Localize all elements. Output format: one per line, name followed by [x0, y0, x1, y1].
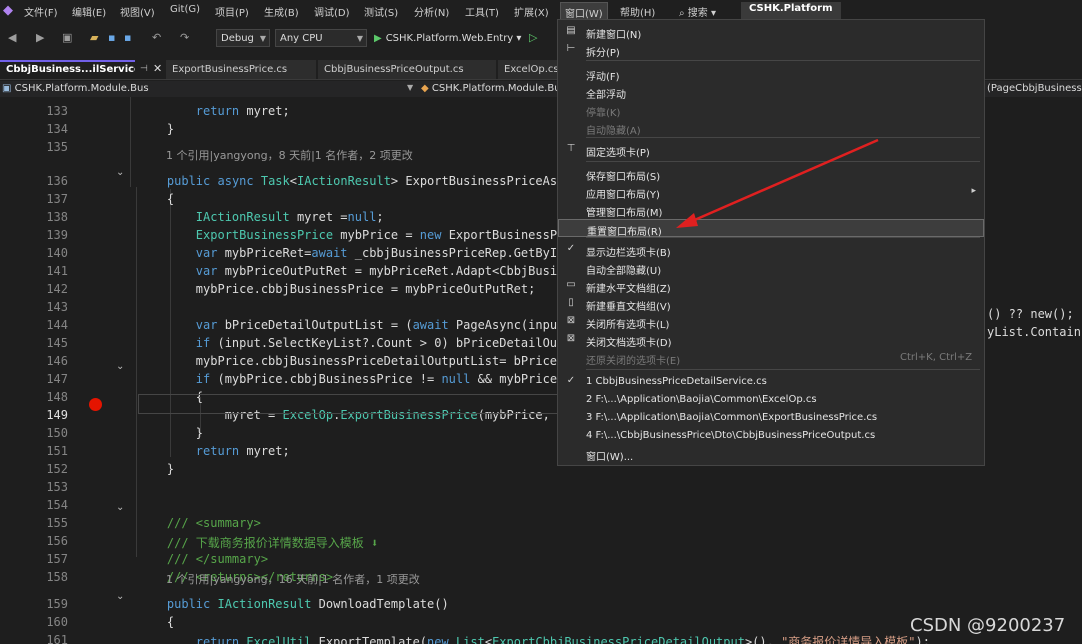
arrow-shaft: [689, 138, 879, 224]
arrow-head: [676, 213, 698, 228]
annotation-arrow: [676, 138, 879, 228]
